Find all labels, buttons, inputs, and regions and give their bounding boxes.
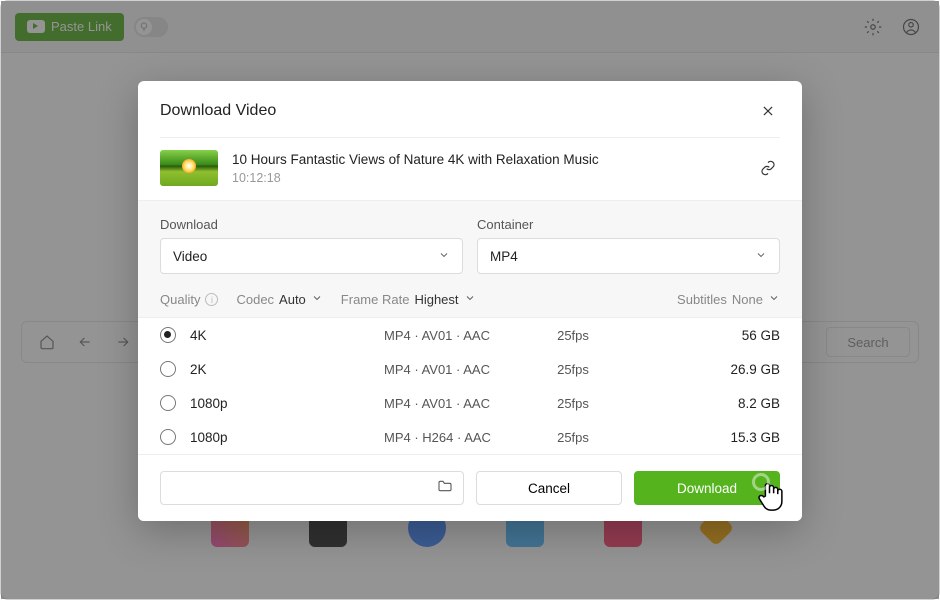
container-group: Container MP4 <box>477 217 780 274</box>
video-info: 10 Hours Fantastic Views of Nature 4K wi… <box>232 151 742 186</box>
quality-size: 26.9 GB <box>632 362 780 377</box>
download-video-modal: Download Video 10 Hours Fantastic Views … <box>138 81 802 521</box>
quality-fps: 25fps <box>528 328 618 343</box>
open-link-button[interactable] <box>756 156 780 180</box>
quality-option[interactable]: 4K MP4 · AV01 · AAC 25fps 56 GB <box>138 318 802 352</box>
cancel-button[interactable]: Cancel <box>476 471 622 505</box>
modal-header: Download Video <box>138 81 802 137</box>
download-type-label: Download <box>160 217 463 232</box>
quality-name: 1080p <box>190 396 370 411</box>
folder-icon <box>437 478 453 494</box>
radio-button[interactable] <box>160 361 176 377</box>
download-type-group: Download Video <box>160 217 463 274</box>
quality-size: 56 GB <box>632 328 780 343</box>
quality-fps: 25fps <box>528 396 618 411</box>
quality-format: MP4 · H264 · AAC <box>384 430 514 445</box>
close-button[interactable] <box>756 99 780 123</box>
quality-option[interactable]: 1080p MP4 · AV01 · AAC 25fps 8.2 GB <box>138 386 802 420</box>
quality-fps: 25fps <box>528 362 618 377</box>
chevron-down-icon <box>311 292 323 307</box>
options-section: Download Video Container MP4 Qualit <box>138 200 802 317</box>
chevron-down-icon <box>768 292 780 307</box>
codec-dropdown[interactable]: Codec Auto <box>236 292 322 307</box>
video-thumbnail <box>160 150 218 186</box>
download-type-value: Video <box>173 249 207 264</box>
radio-button[interactable] <box>160 429 176 445</box>
chevron-down-icon <box>438 249 450 264</box>
radio-button[interactable] <box>160 327 176 343</box>
modal-footer: Cancel Download <box>138 454 802 521</box>
framerate-dropdown[interactable]: Frame Rate Highest <box>341 292 476 307</box>
quality-option[interactable]: 2K MP4 · AV01 · AAC 25fps 26.9 GB <box>138 352 802 386</box>
quality-name: 2K <box>190 362 370 377</box>
video-title: 10 Hours Fantastic Views of Nature 4K wi… <box>232 151 742 170</box>
save-path-input[interactable] <box>160 471 464 505</box>
quality-name: 1080p <box>190 430 370 445</box>
quality-format: MP4 · AV01 · AAC <box>384 328 514 343</box>
quality-format: MP4 · AV01 · AAC <box>384 396 514 411</box>
link-icon <box>760 160 776 176</box>
container-label: Container <box>477 217 780 232</box>
folder-button[interactable] <box>437 478 453 499</box>
quality-name: 4K <box>190 328 370 343</box>
filter-row: Quality i Codec Auto Frame Rate Highest … <box>160 292 780 307</box>
quality-fps: 25fps <box>528 430 618 445</box>
video-info-row: 10 Hours Fantastic Views of Nature 4K wi… <box>138 138 802 200</box>
close-icon <box>761 104 775 118</box>
container-select[interactable]: MP4 <box>477 238 780 274</box>
info-icon[interactable]: i <box>205 293 218 306</box>
video-duration: 10:12:18 <box>232 171 742 185</box>
quality-option[interactable]: 1080p MP4 · H264 · AAC 25fps 15.3 GB <box>138 420 802 454</box>
quality-format: MP4 · AV01 · AAC <box>384 362 514 377</box>
radio-button[interactable] <box>160 395 176 411</box>
quality-list: 4K MP4 · AV01 · AAC 25fps 56 GB 2K MP4 · AV01… <box>138 317 802 454</box>
download-type-select[interactable]: Video <box>160 238 463 274</box>
quality-label: Quality i <box>160 292 218 307</box>
download-button[interactable]: Download <box>634 471 780 505</box>
quality-size: 8.2 GB <box>632 396 780 411</box>
modal-title: Download Video <box>160 102 276 120</box>
subtitles-dropdown[interactable]: Subtitles None <box>677 292 780 307</box>
container-value: MP4 <box>490 249 518 264</box>
modal-overlay: Download Video 10 Hours Fantastic Views … <box>1 1 939 599</box>
quality-size: 15.3 GB <box>632 430 780 445</box>
chevron-down-icon <box>755 249 767 264</box>
chevron-down-icon <box>464 292 476 307</box>
